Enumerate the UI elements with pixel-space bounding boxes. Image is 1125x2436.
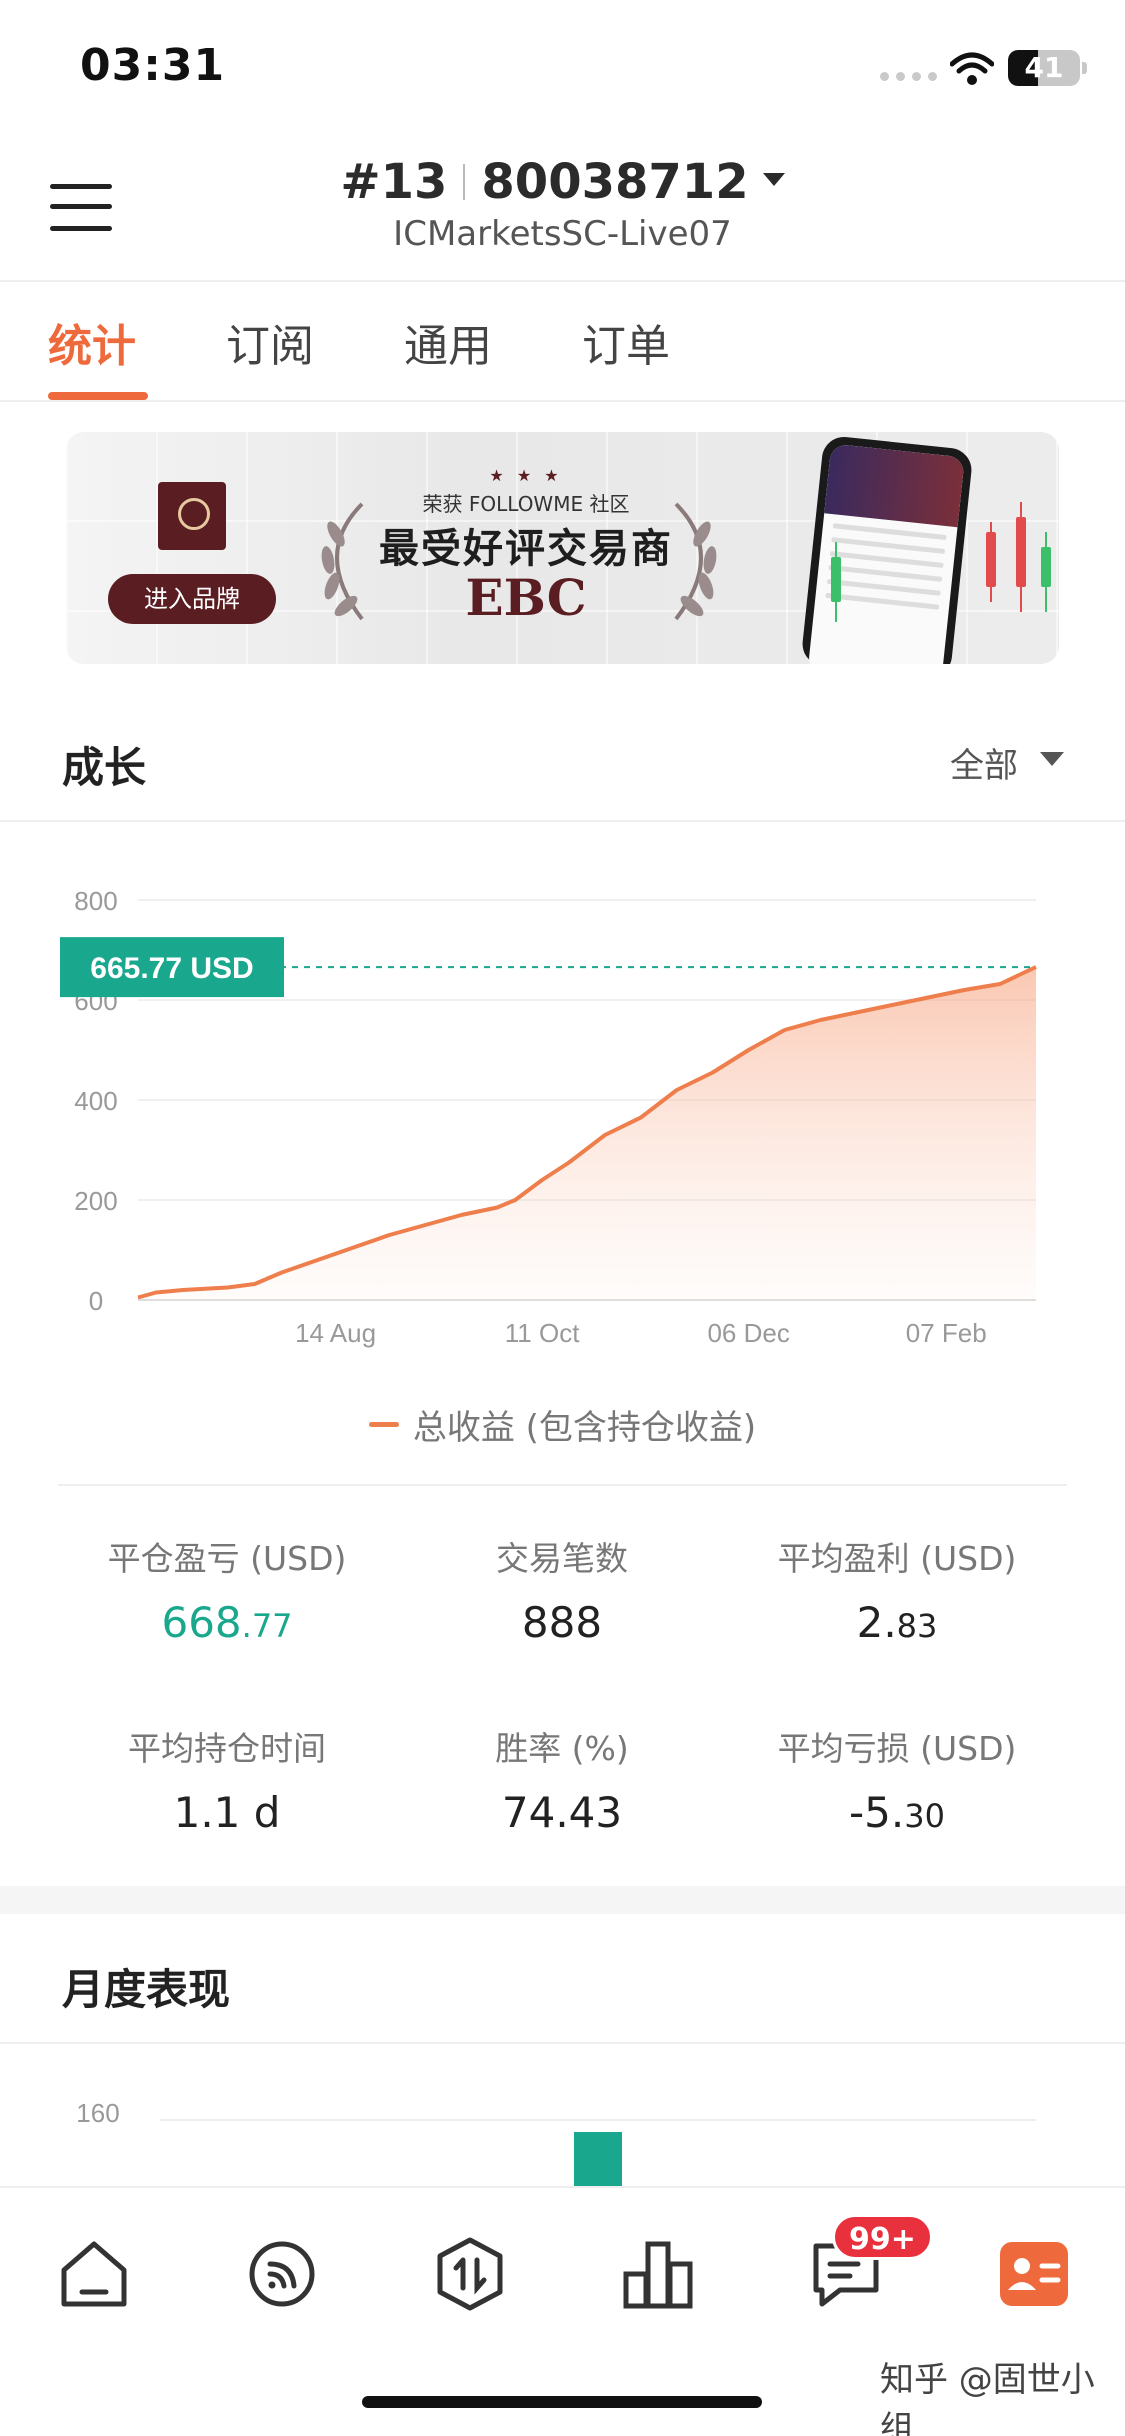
enter-brand-button[interactable]: 进入品牌 <box>108 574 276 624</box>
chart-legend: 总收益 (包含持仓收益) <box>0 1400 1125 1449</box>
tab-statistics[interactable]: 统计 <box>48 310 136 402</box>
stars-icon: ★ ★ ★ <box>489 466 563 485</box>
y-tick-label: 400 <box>74 1086 117 1116</box>
tab-subscribe[interactable]: 订阅 <box>226 310 314 402</box>
trade-icon[interactable] <box>430 2234 510 2314</box>
tab-general[interactable]: 通用 <box>404 310 492 402</box>
account-header: #13 80038712 ICMarketsSC-Live07 <box>0 140 1125 280</box>
account-id: 80038712 <box>481 154 749 210</box>
x-tick-label: 11 Oct <box>505 1318 580 1348</box>
x-tick-label: 06 Dec <box>707 1318 789 1348</box>
monthly-bar <box>574 2132 622 2190</box>
stat-label-avg-hold-time: 平均持仓时间 <box>128 1729 326 1768</box>
stat-label-avg-loss: 平均亏损 (USD) <box>777 1729 1017 1768</box>
stat-value-avg-profit: 2.83 <box>856 1598 938 1647</box>
battery-level: 41 <box>1024 51 1064 84</box>
tab-orders[interactable]: 订单 <box>582 310 670 402</box>
active-tab-indicator <box>48 392 148 400</box>
y-tick-label: 200 <box>74 1186 117 1216</box>
stat-label-closed-pnl: 平仓盈亏 (USD) <box>107 1539 347 1578</box>
period-filter[interactable]: 全部 <box>950 738 1018 787</box>
section-separator <box>0 1886 1125 1914</box>
monthly-ytick: 160 <box>76 2098 119 2128</box>
y-tick-label: 800 <box>74 886 117 916</box>
stat-label-trade-count: 交易笔数 <box>496 1539 628 1578</box>
current-value-label: 665.77 USD <box>90 952 253 985</box>
stat-value-avg-loss: -5.30 <box>849 1788 945 1837</box>
stat-value-trade-count: 888 <box>521 1598 603 1647</box>
promo-banner[interactable]: 进入品牌 ★ ★ ★ 荣获 FOLLOWME 社区 最受好评交易商 EBC <box>66 432 1059 664</box>
series-area <box>138 967 1036 1300</box>
stat-label-avg-profit: 平均盈利 (USD) <box>777 1539 1017 1578</box>
legend-label: 总收益 (包含持仓收益) <box>412 1408 757 1448</box>
status-bar: 03:31 41 <box>0 0 1125 130</box>
award-title: 最受好评交易商 <box>379 526 673 572</box>
monthly-title: 月度表现 <box>62 1965 231 2014</box>
growth-title: 成长 <box>62 743 147 792</box>
account-number: #13 <box>340 154 448 210</box>
tab-bar: 统计 订阅 通用 订单 <box>0 290 1125 402</box>
stat-value-closed-pnl: 668.77 <box>161 1598 293 1647</box>
stat-label-win-rate: 胜率 (%) <box>495 1729 629 1768</box>
y-tick-label: 0 <box>89 1286 103 1316</box>
x-tick-label: 14 Aug <box>295 1318 376 1348</box>
notification-badge: 99+ <box>832 2214 933 2260</box>
chevron-down-icon[interactable] <box>1040 752 1064 766</box>
wifi-icon <box>950 52 994 85</box>
growth-chart: 020040060080014 Aug 11 Oct 06 Dec 07 Feb 66… <box>60 886 1037 1348</box>
feed-icon[interactable] <box>242 2234 322 2314</box>
profile-card-icon[interactable] <box>994 2234 1074 2314</box>
award-line: 荣获 FOLLOWME 社区 <box>422 492 630 516</box>
legend-swatch <box>368 1422 399 1427</box>
stat-value-win-rate: 74.43 <box>501 1788 623 1837</box>
home-icon[interactable] <box>54 2234 134 2314</box>
server-name: ICMarketsSC-Live07 <box>393 214 732 254</box>
chevron-down-icon <box>762 173 785 186</box>
x-tick-label: 07 Feb <box>906 1318 987 1348</box>
account-selector[interactable]: #13 80038712 <box>0 154 1125 210</box>
status-time: 03:31 <box>80 40 226 91</box>
battery-icon: 41 <box>1008 50 1080 86</box>
ranking-icon[interactable] <box>618 2234 698 2314</box>
home-indicator[interactable] <box>362 2396 762 2408</box>
watermark: 知乎 @固世小组 <box>880 2360 1095 2436</box>
stat-value-avg-hold-time: 1.1 d <box>173 1788 281 1837</box>
phone-illustration <box>800 434 974 664</box>
ebc-logo <box>158 482 226 550</box>
monthly-chart: 160 <box>76 2098 1036 2190</box>
cellular-signal-icon <box>880 72 937 81</box>
brand-name: EBC <box>465 568 587 627</box>
